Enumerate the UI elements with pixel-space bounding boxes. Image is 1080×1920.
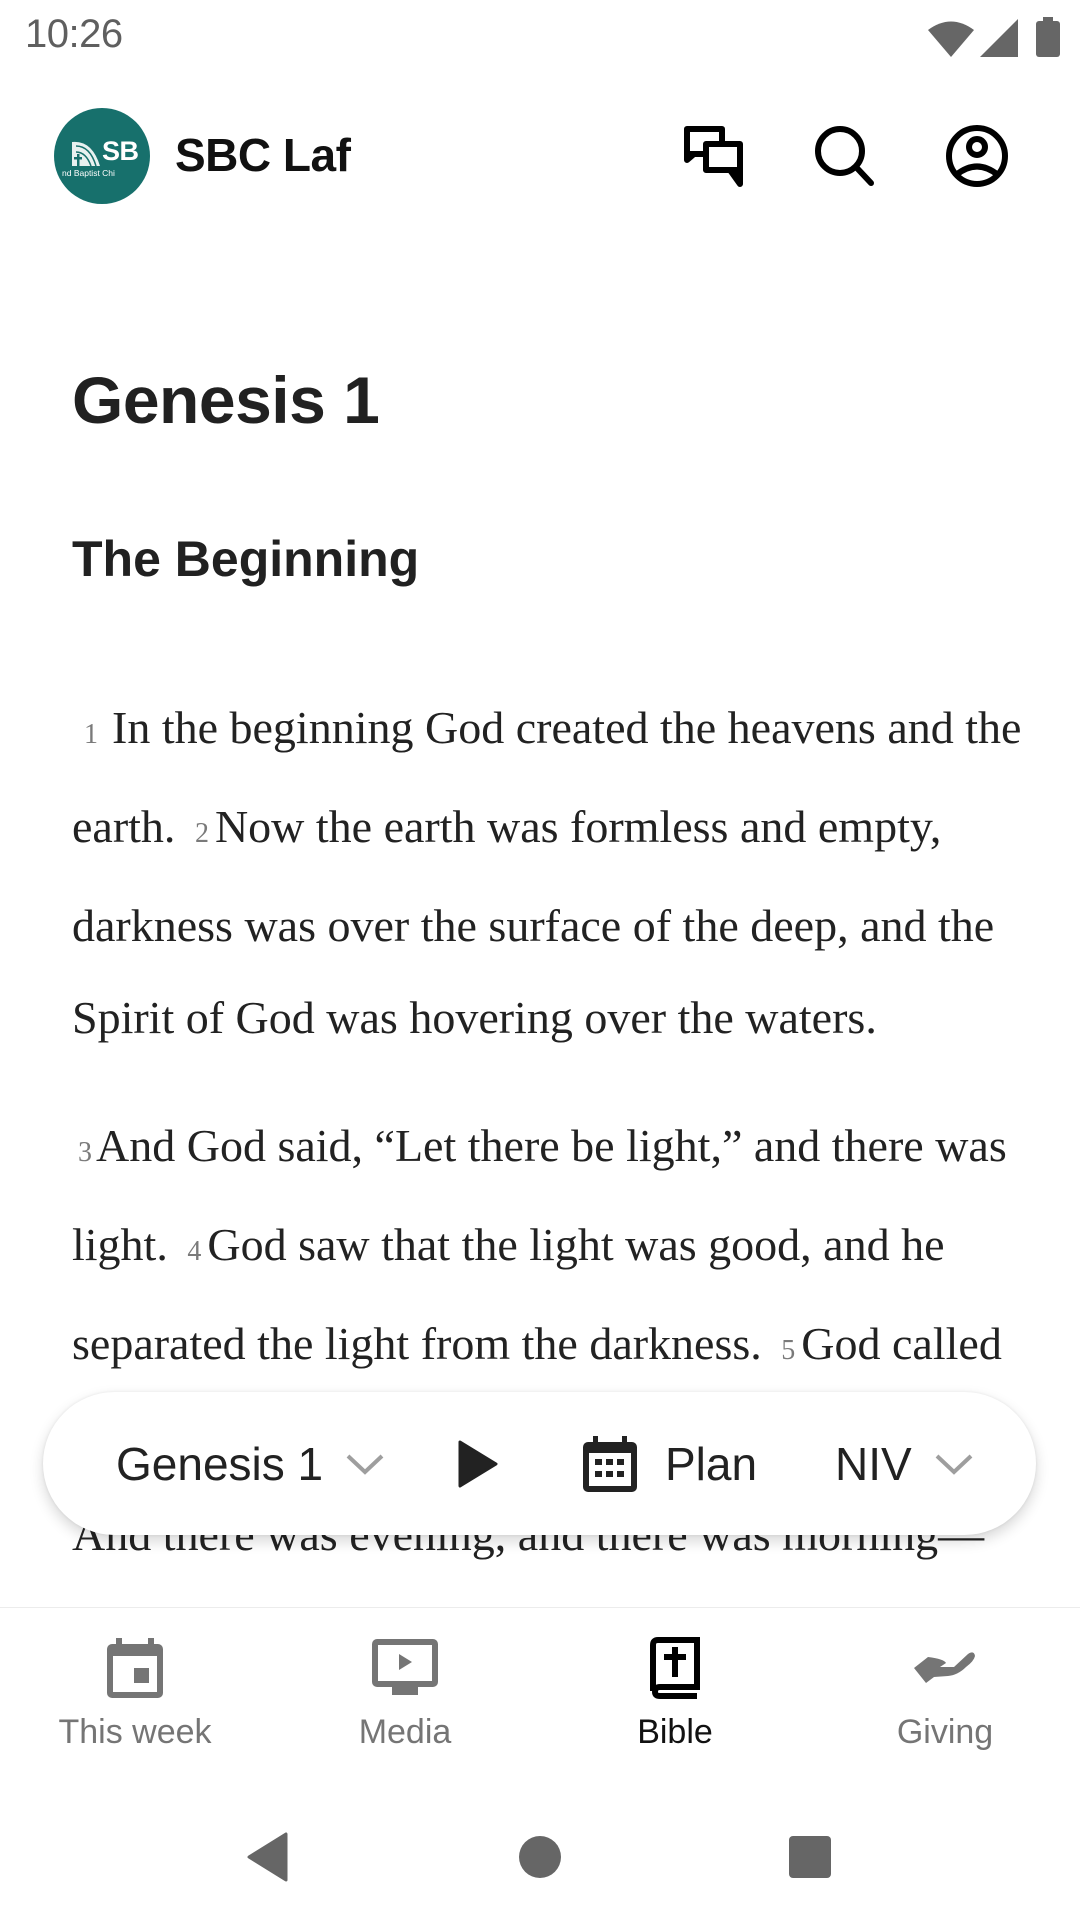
calendar-icon — [583, 1435, 637, 1492]
recents-square-icon — [789, 1836, 831, 1878]
tab-this-week[interactable]: This week — [0, 1608, 270, 1778]
account-icon — [946, 125, 1008, 187]
paragraph: 1 In the beginning God created the heaven… — [72, 682, 1022, 1064]
search-icon — [815, 126, 874, 186]
chevron-down-icon — [934, 1452, 974, 1476]
bible-icon — [650, 1637, 700, 1699]
verse-number[interactable]: 1 — [84, 719, 98, 750]
verse-number[interactable]: 2 — [195, 818, 209, 849]
book-chapter-label: Genesis 1 — [116, 1437, 324, 1490]
giving-hand-icon — [914, 1652, 975, 1683]
church-logo[interactable]: SB nd Baptist Chi — [54, 108, 150, 204]
logo-initials: SB — [102, 136, 139, 166]
tab-label: Bible — [637, 1713, 713, 1751]
logo-arc-icon — [72, 141, 100, 166]
cell-signal-icon — [980, 19, 1018, 57]
verse-number[interactable]: 3 — [78, 1137, 92, 1168]
chat-icon — [684, 126, 743, 187]
app-header: SB nd Baptist Chi SBC Laf — [0, 100, 1080, 212]
verse-text[interactable]: Now the earth was formless and empty, da… — [72, 801, 994, 1043]
system-recents-button[interactable] — [780, 1829, 840, 1885]
back-triangle-icon — [247, 1832, 288, 1882]
chapter-title: Genesis 1 — [72, 363, 380, 437]
tv-play-icon — [372, 1639, 438, 1695]
plan-label: Plan — [665, 1437, 758, 1490]
version-label: NIV — [835, 1437, 912, 1490]
logo-subtitle: nd Baptist Chi — [62, 168, 115, 178]
book-chapter-selector[interactable]: Genesis 1 — [116, 1392, 385, 1535]
tab-media[interactable]: Media — [270, 1608, 540, 1778]
tab-label: Giving — [896, 1713, 994, 1751]
tab-label: Media — [358, 1713, 452, 1751]
calendar-icon — [107, 1638, 163, 1698]
tab-bible[interactable]: Bible — [540, 1608, 810, 1778]
system-home-button[interactable] — [510, 1829, 570, 1885]
chat-button[interactable] — [678, 120, 750, 192]
bible-version-selector[interactable]: NIV — [835, 1392, 974, 1535]
system-back-button[interactable] — [238, 1829, 298, 1885]
verse-number[interactable]: 5 — [781, 1335, 795, 1366]
battery-icon — [1036, 17, 1060, 57]
bottom-navigation: This week Media Bible Giving — [0, 1607, 1080, 1777]
tab-label: This week — [58, 1713, 212, 1751]
chevron-down-icon — [345, 1452, 385, 1476]
verse-number[interactable]: 4 — [187, 1236, 201, 1267]
status-bar: 10:26 — [0, 0, 1080, 75]
play-audio-button[interactable] — [458, 1392, 498, 1535]
reading-plan-button[interactable]: Plan — [583, 1392, 757, 1535]
play-icon — [458, 1440, 498, 1487]
tab-giving[interactable]: Giving — [810, 1608, 1080, 1778]
search-button[interactable] — [809, 120, 881, 192]
app-title: SBC Laf — [175, 129, 351, 181]
status-time: 10:26 — [25, 12, 123, 56]
wifi-icon — [928, 19, 974, 57]
section-title: The Beginning — [72, 531, 420, 587]
status-icons — [928, 15, 1060, 57]
system-navigation-bar — [0, 1777, 1080, 1920]
home-circle-icon — [519, 1836, 561, 1878]
account-button[interactable] — [941, 120, 1013, 192]
reader-toolbar: Genesis 1 Plan NIV — [43, 1392, 1036, 1535]
